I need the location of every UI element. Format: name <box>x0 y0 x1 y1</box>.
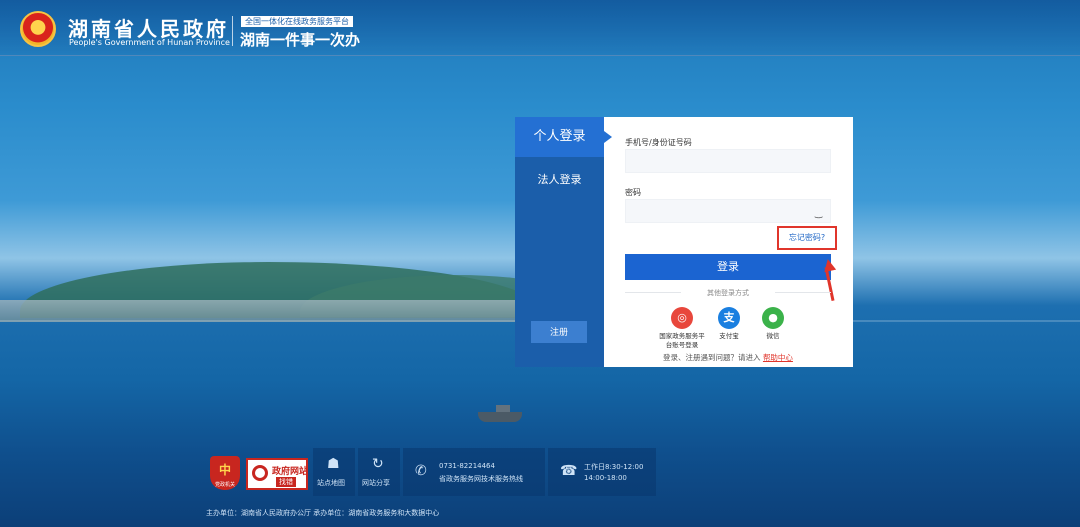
alt-login-national-label: 国家政务服务平台账号登录 <box>659 332 705 349</box>
gov-site-error-badge[interactable]: 政府网站 找错 <box>246 458 308 490</box>
other-login-methods-label: 其他登录方式 <box>625 288 831 298</box>
annotation-arrow-head <box>821 257 837 273</box>
alt-login-wechat[interactable]: ● 微信 <box>748 307 798 341</box>
share-icon: ↻ <box>372 456 384 472</box>
magnifier-icon <box>252 465 268 481</box>
phone-icon: ✆ <box>415 463 427 479</box>
tab-corporate-login[interactable]: 法人登录 <box>515 171 604 187</box>
register-button[interactable]: 注册 <box>531 321 587 343</box>
account-label: 手机号/身份证号码 <box>625 138 692 147</box>
footer-copyright: 主办单位：湖南省人民政府办公厅 承办单位：湖南省政务服务和大数据中心 <box>206 509 440 517</box>
gov-site-tag: 找错 <box>276 477 296 487</box>
hotline-number: 0731-82214464 <box>439 462 495 470</box>
gov-site-title: 政府网站 <box>272 467 309 477</box>
login-form: 手机号/身份证号码 密码 ‿ 忘记密码? 登录 其他登录方式 ◎ 国家政务服务平… <box>604 117 853 367</box>
background-boat <box>478 412 522 422</box>
sitemap-icon: ☗ <box>327 456 340 472</box>
alipay-icon: 支 <box>718 307 740 329</box>
password-label: 密码 <box>625 188 641 197</box>
login-panel: 个人登录 法人登录 注册 手机号/身份证号码 密码 ‿ 忘记密码? 登录 其他登… <box>515 117 853 367</box>
header-divider <box>232 16 233 46</box>
platform-tag: 全国一体化在线政务服务平台 <box>241 16 353 27</box>
share-box[interactable]: ↻ 网站分享 <box>358 448 400 496</box>
hotline-box: ✆ 0731-82214464 省政务服务网技术服务热线 <box>403 448 545 496</box>
login-button[interactable]: 登录 <box>625 254 831 280</box>
sitemap-label: 站点地图 <box>317 479 345 487</box>
help-center-link[interactable]: 帮助中心 <box>763 353 793 362</box>
tab-personal-login[interactable]: 个人登录 <box>515 117 612 157</box>
alt-login-national[interactable]: ◎ 国家政务服务平台账号登录 <box>657 307 707 350</box>
gov-name-en: People's Government of Hunan Province <box>69 38 230 47</box>
hours-line1: 工作日8:30-12:00 <box>584 463 644 471</box>
national-emblem-icon <box>20 11 56 47</box>
share-label: 网站分享 <box>362 479 390 487</box>
eye-closed-icon[interactable]: ‿ <box>815 209 822 219</box>
hours-box: ☎ 工作日8:30-12:00 14:00-18:00 <box>548 448 656 496</box>
sitemap-box[interactable]: ☗ 站点地图 <box>313 448 355 496</box>
help-text: 登录、注册遇到问题？请进入 <box>663 353 761 362</box>
forgot-password-link[interactable]: 忘记密码? <box>777 226 837 250</box>
party-gov-badge-label: 党政机关 <box>214 482 235 488</box>
hotline-desc: 省政务服务网技术服务热线 <box>439 475 523 483</box>
login-type-sidebar: 个人登录 法人登录 注册 <box>515 117 612 367</box>
help-line: 登录、注册遇到问题？请进入 帮助中心 <box>625 352 831 363</box>
site-header: 湖南省人民政府 People's Government of Hunan Pro… <box>0 0 1080 56</box>
hours-line2: 14:00-18:00 <box>584 474 627 482</box>
background-shore <box>0 300 560 322</box>
platform-name: 湖南一件事一次办 <box>240 31 361 49</box>
national-platform-icon: ◎ <box>671 307 693 329</box>
password-input[interactable] <box>625 199 831 223</box>
alt-login-alipay-label: 支付宝 <box>719 332 739 340</box>
alt-login-wechat-label: 微信 <box>766 332 780 340</box>
wechat-icon: ● <box>762 307 784 329</box>
account-input[interactable] <box>625 149 831 173</box>
telephone-icon: ☎ <box>560 463 578 479</box>
alt-login-alipay[interactable]: 支 支付宝 <box>704 307 754 341</box>
